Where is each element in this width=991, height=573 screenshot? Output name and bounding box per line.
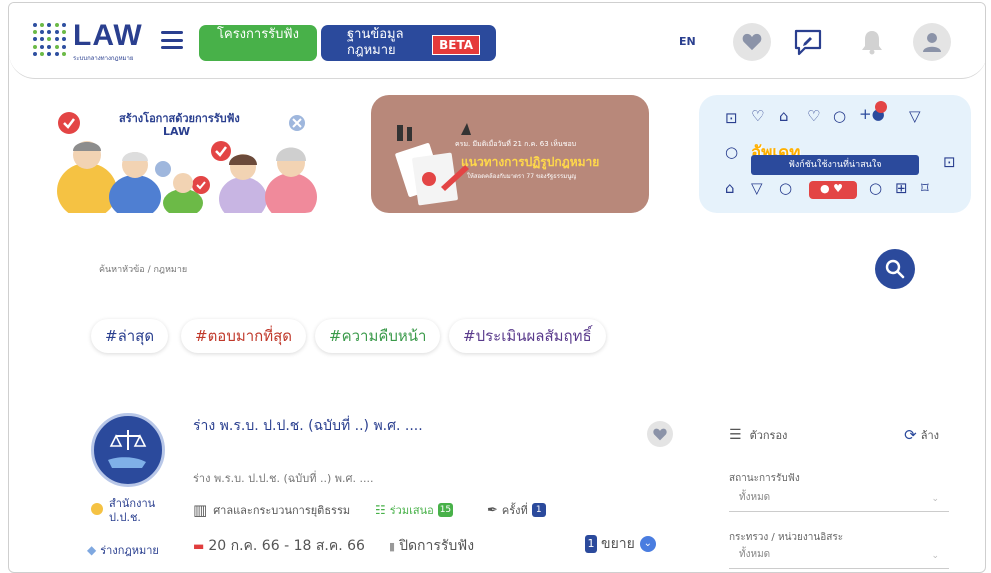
group-icon: ☷: [375, 503, 386, 517]
status-text: ปิดการรับฟัง: [399, 538, 475, 554]
banner-update[interactable]: ⊡ ♡ ⌂ ♡ ○ +● ▽ ○ อัพเดท ฟังก์ชันใช้งานที…: [699, 95, 971, 213]
search-outline-icon: ○: [779, 179, 793, 197]
beta-badge: BETA: [432, 35, 480, 55]
chevron-down-icon: ⌄: [639, 536, 656, 552]
logo-text: LAW: [73, 19, 143, 52]
like-badge-icon: ● ♥: [820, 182, 843, 195]
search-outline-icon: ○: [833, 107, 847, 125]
scales-of-justice-icon: [108, 430, 147, 468]
project-button[interactable]: โครงการรับฟัง: [199, 25, 317, 61]
logo-dots-icon: [33, 23, 67, 57]
tag-icon: ◆: [87, 543, 97, 557]
contact-icon: ⊡: [725, 109, 738, 127]
extend-button[interactable]: 1 ขยาย ⌄: [585, 533, 656, 555]
law-type-label: ◆ ร่างกฎหมาย: [87, 541, 159, 559]
tag-latest[interactable]: #ล่าสุด: [91, 319, 169, 353]
database-label: ฐานข้อมูลกฎหมาย: [347, 27, 404, 58]
card-favorite-button[interactable]: [647, 421, 673, 447]
logo-subtitle: ระบบกลางทางกฎหมาย: [73, 55, 134, 62]
banner2-line1: ครม. มีมติเมื่อวันที่ 21 ก.ค. 63 เห็นชอบ: [455, 140, 577, 148]
reset-label: ล้าง: [920, 429, 939, 442]
status-filter-value: ทั้งหมด: [739, 492, 771, 503]
feedback-button[interactable]: [789, 23, 827, 61]
pen-icon: ✒: [487, 502, 498, 518]
calendar-icon: ▬: [193, 539, 205, 553]
tag-progress[interactable]: #ความคืบหน้า: [315, 319, 441, 353]
banner-listening[interactable]: สร้างโอกาสด้วยการรับฟัง LAW: [43, 95, 323, 213]
filter-title: ตัวกรอง: [749, 429, 788, 442]
chevron-down-icon: ⌄: [931, 551, 939, 561]
status-filter-label: สถานะการรับฟัง: [729, 473, 800, 484]
chevron-down-icon: ⌄: [931, 494, 939, 504]
tag-evaluation[interactable]: #ประเมินผลสัมฤทธิ์: [449, 319, 606, 353]
participants-label: ร่วมเสนอ: [389, 504, 434, 517]
home-icon: ⌂: [779, 107, 789, 125]
search-icon: [885, 259, 905, 279]
heart-icon: [742, 33, 762, 51]
category-text: ศาลและกระบวนการยุติธรรม: [213, 504, 351, 517]
home-icon: ⌂: [725, 179, 735, 197]
participants-count: 15: [437, 503, 454, 517]
agency-badge-icon: [91, 503, 103, 515]
chat-icon: ○: [725, 143, 739, 161]
search-input[interactable]: [99, 258, 799, 282]
send-icon: ▽: [909, 107, 921, 125]
filter-panel: ☰ ตัวกรอง ⟳ ล้าง สถานะการรับฟัง ทั้งหมด …: [729, 423, 949, 569]
heart-outline-icon: ♡: [751, 107, 765, 125]
ministry-filter-label: กระทรวง / หน่วยงานอิสระ: [729, 532, 844, 543]
card-title[interactable]: ร่าง พ.ร.บ. ป.ป.ช. (ฉบับที่ ..) พ.ศ. ...…: [193, 415, 423, 437]
bookmark-icon: ⌑: [921, 179, 929, 197]
profile-button[interactable]: [913, 23, 951, 61]
tag-most-answered[interactable]: #ตอบมากที่สุด: [181, 319, 307, 353]
agency-avatar: [91, 413, 165, 487]
agency-block: สำนักงาน ป.ป.ช.: [83, 497, 179, 525]
banner-law-reform[interactable]: ครม. มีมติเมื่อวันที่ 21 ก.ค. 63 เห็นชอบ…: [371, 95, 649, 213]
card-category: ▥ ศาลและกระบวนการยุติธรรม: [193, 501, 350, 519]
notification-dot: [875, 101, 887, 113]
bell-icon: [862, 31, 882, 55]
card-round: ✒ ครั้งที่ 1: [487, 501, 546, 519]
heart-outline-icon: ♡: [807, 107, 821, 125]
document-icon: ▮: [389, 539, 396, 553]
filter-icon: ☰: [729, 427, 742, 443]
banner1-law-logo: LAW: [163, 125, 191, 138]
menu-icon[interactable]: [161, 31, 183, 49]
top-header: LAW ระบบกลางทางกฎหมาย โครงการรับฟัง ฐานข…: [9, 3, 985, 79]
law-logo[interactable]: LAW ระบบกลางทางกฎหมาย: [33, 21, 143, 63]
law-type-text: ร่างกฎหมาย: [100, 544, 159, 557]
user-icon: [923, 33, 941, 52]
card-participants: ☷ ร่วมเสนอ 15: [375, 501, 454, 519]
filter-toggle[interactable]: ☰ ตัวกรอง: [729, 426, 787, 444]
browser-frame: LAW ระบบกลางทางกฎหมาย โครงการรับฟัง ฐานข…: [8, 2, 986, 573]
status-filter-select[interactable]: ทั้งหมด ⌄: [729, 490, 949, 512]
search-button[interactable]: [875, 249, 915, 289]
date-range-text: 20 ก.ค. 66 - 18 ส.ค. 66: [208, 538, 365, 554]
heart-icon: [653, 428, 667, 440]
round-label: ครั้งที่: [501, 504, 528, 517]
language-toggle[interactable]: EN: [679, 35, 696, 48]
books-icon: ▥: [193, 501, 208, 519]
card-subtitle: ร่าง พ.ร.บ. ป.ป.ช. (ฉบับที่ ..) พ.ศ. ...…: [193, 472, 374, 485]
plus-box-icon: ⊞: [895, 179, 908, 197]
round-count: 1: [531, 503, 546, 517]
favorite-button[interactable]: [733, 23, 771, 61]
ministry-filter-select[interactable]: ทั้งหมด ⌄: [729, 547, 949, 569]
banner2-title: แนวทางการปฏิรูปกฎหมาย: [461, 155, 600, 169]
card-status: ▮ ปิดการรับฟัง: [389, 535, 474, 557]
extend-count: 1: [585, 535, 597, 553]
send-icon: ▽: [751, 179, 763, 197]
refresh-icon: ⟳: [904, 426, 917, 444]
extend-label: ขยาย: [601, 536, 635, 552]
update-pill: ฟังก์ชันใช้งานที่น่าสนใจ: [751, 155, 919, 175]
card-date-range: ▬ 20 ก.ค. 66 - 18 ส.ค. 66: [193, 535, 365, 557]
banner2-line3: ให้สอดคล้องกับมาตรา 77 ของรัฐธรรมนูญ: [467, 173, 577, 180]
chat-edit-icon: [794, 29, 822, 56]
contact-icon: ⊡: [943, 153, 956, 171]
reset-button[interactable]: ⟳ ล้าง: [904, 426, 939, 444]
search-outline-icon: ○: [869, 179, 883, 197]
notification-button[interactable]: [853, 23, 891, 61]
database-button[interactable]: ฐานข้อมูลกฎหมาย BETA: [321, 25, 496, 61]
ministry-filter-value: ทั้งหมด: [739, 549, 771, 560]
